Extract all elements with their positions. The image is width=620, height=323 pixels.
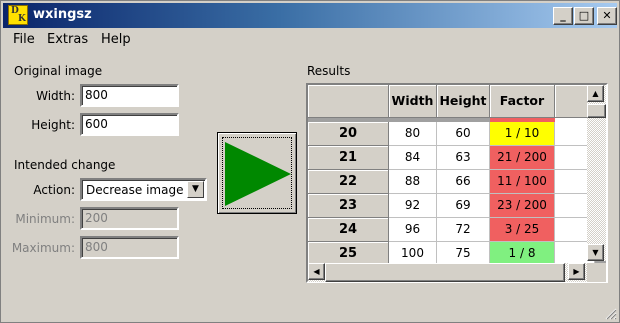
vertical-scrollbar[interactable]: ▲ ▼: [587, 85, 606, 261]
row-header[interactable]: 24: [308, 218, 389, 242]
cell-width[interactable]: 88: [389, 170, 437, 194]
chevron-down-icon[interactable]: ▼: [187, 181, 204, 198]
column-header-width[interactable]: Width: [389, 85, 437, 118]
intended-change-heading: Intended change: [14, 158, 116, 172]
scroll-down-button[interactable]: ▼: [587, 244, 604, 261]
horizontal-scroll-thumb[interactable]: [325, 263, 565, 282]
scroll-right-button[interactable]: ▶: [568, 263, 585, 280]
title-bar[interactable]: D K wxingsz _ □ ✕: [3, 3, 617, 28]
menu-help[interactable]: Help: [101, 32, 131, 47]
arrow-right-icon: ▶: [573, 267, 580, 276]
cell-height[interactable]: 63: [437, 146, 490, 170]
cell-width[interactable]: 84: [389, 146, 437, 170]
calculate-button[interactable]: [217, 132, 297, 214]
cell-height[interactable]: 72: [437, 218, 490, 242]
app-icon-letter-k: K: [18, 14, 26, 24]
height-label: Height:: [31, 118, 75, 132]
menu-file[interactable]: File: [13, 32, 35, 47]
cell-width[interactable]: 92: [389, 194, 437, 218]
results-grid: Width Height Factor 20 80 60 1 / 10 21 84 63 21…: [306, 83, 608, 283]
scroll-left-button[interactable]: ◀: [308, 263, 325, 280]
cell-factor[interactable]: 3 / 25: [490, 218, 555, 242]
resize-grip-icon[interactable]: [605, 308, 617, 320]
grid-corner-header[interactable]: [308, 85, 389, 118]
column-header-factor[interactable]: Factor: [490, 85, 555, 118]
cell-factor[interactable]: 23 / 200: [490, 194, 555, 218]
window-title: wxingsz: [33, 7, 92, 22]
row-header[interactable]: 21: [308, 146, 389, 170]
maximum-label: Maximum:: [11, 241, 75, 255]
row-header[interactable]: 23: [308, 194, 389, 218]
main-window: D K wxingsz _ □ ✕ File Extras Help Origi…: [0, 0, 620, 323]
cell-factor[interactable]: 1 / 10: [490, 122, 555, 146]
vertical-scroll-thumb[interactable]: [587, 104, 606, 118]
maximize-icon: □: [578, 9, 590, 22]
cell-factor[interactable]: 21 / 200: [490, 146, 555, 170]
maximum-input[interactable]: 800: [80, 236, 179, 259]
menu-extras[interactable]: Extras: [47, 32, 88, 47]
width-input[interactable]: 800: [80, 84, 179, 107]
original-image-heading: Original image: [14, 64, 103, 78]
minimize-icon: _: [560, 9, 566, 22]
width-label: Width:: [36, 89, 75, 103]
column-header-height[interactable]: Height: [437, 85, 490, 118]
arrow-down-icon: ▼: [592, 248, 599, 257]
scroll-up-button[interactable]: ▲: [587, 85, 604, 102]
cell-height[interactable]: 60: [437, 122, 490, 146]
cell-height[interactable]: 69: [437, 194, 490, 218]
close-button[interactable]: ✕: [597, 7, 617, 25]
cell-factor[interactable]: 11 / 100: [490, 170, 555, 194]
cell-width[interactable]: 80: [389, 122, 437, 146]
minimum-input[interactable]: 200: [80, 207, 179, 230]
minimize-button[interactable]: _: [553, 7, 573, 25]
close-icon: ✕: [602, 9, 612, 22]
results-heading: Results: [307, 64, 351, 78]
scrollbar-corner: [587, 263, 606, 282]
maximize-button[interactable]: □: [574, 7, 594, 25]
horizontal-scrollbar[interactable]: ◀ ▶: [308, 263, 587, 282]
cell-height[interactable]: 66: [437, 170, 490, 194]
height-input[interactable]: 600: [80, 113, 179, 136]
minimum-label: Minimum:: [15, 212, 75, 226]
action-label: Action:: [33, 183, 75, 197]
arrow-left-icon: ◀: [313, 267, 320, 276]
action-dropdown[interactable]: Decrease image ▼: [80, 178, 207, 201]
menu-bar: File Extras Help: [3, 29, 617, 51]
play-triangle-icon: [225, 142, 291, 206]
arrow-up-icon: ▲: [592, 89, 599, 98]
cell-width[interactable]: 96: [389, 218, 437, 242]
action-selected-value: Decrease image: [86, 183, 184, 197]
row-header[interactable]: 20: [308, 122, 389, 146]
row-header[interactable]: 22: [308, 170, 389, 194]
app-icon[interactable]: D K: [8, 5, 28, 25]
